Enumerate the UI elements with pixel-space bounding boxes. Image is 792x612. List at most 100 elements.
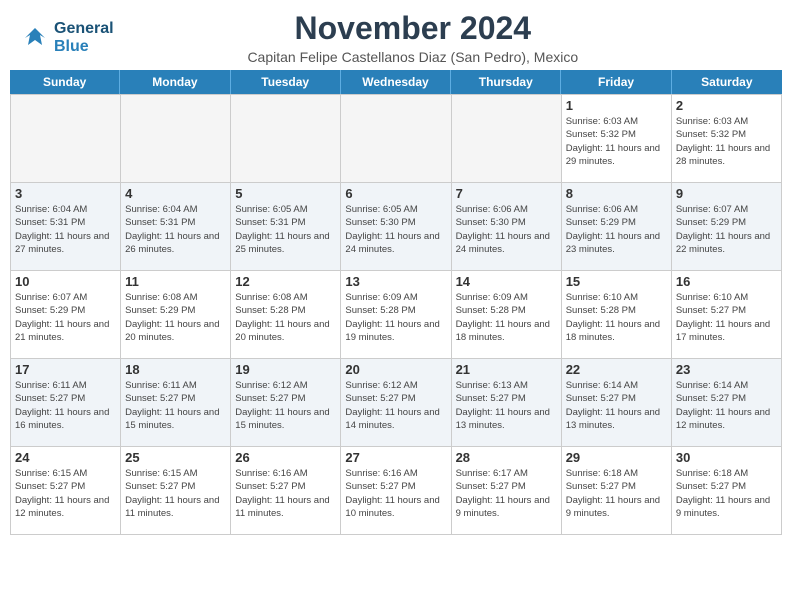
day-number: 27 [345,450,446,465]
day-info: Sunrise: 6:15 AM Sunset: 5:27 PM Dayligh… [15,467,116,520]
calendar-cell: 8 Sunrise: 6:06 AM Sunset: 5:29 PM Daylig… [562,183,672,271]
day-number: 25 [125,450,226,465]
calendar-row: 10Sunrise: 6:07 AM Sunset: 5:29 PM Dayli… [11,271,782,359]
calendar-cell: 5Sunrise: 6:05 AM Sunset: 5:31 PM Daylig… [231,183,341,271]
day-number: 14 [456,274,557,289]
calendar-cell: 15Sunrise: 6:10 AM Sunset: 5:28 PM Dayli… [562,271,672,359]
day-number: 16 [676,274,777,289]
day-number: 24 [15,450,116,465]
subtitle: Capitan Felipe Castellanos Diaz (San Ped… [114,49,712,65]
day-info: Sunrise: 6:18 AM Sunset: 5:27 PM Dayligh… [676,467,777,520]
calendar-cell: 17 Sunrise: 6:11 AM Sunset: 5:27 PM Dayli… [11,359,121,447]
calendar-cell [231,95,341,183]
day-number: 1 [566,98,667,113]
calendar-cell: 28Sunrise: 6:17 AM Sunset: 5:27 PM Dayli… [452,447,562,535]
header: General Blue November 2024 Capitan Felip… [0,0,792,70]
day-number: 17 [15,362,116,377]
calendar-cell: 13Sunrise: 6:09 AM Sunset: 5:28 PM Dayli… [341,271,451,359]
day-info: Sunrise: 6:14 AM Sunset: 5:27 PM Dayligh… [676,379,777,432]
calendar-header-cell: Sunday [10,70,120,94]
calendar-cell: 12 Sunrise: 6:08 AM Sunset: 5:28 PM Dayli… [231,271,341,359]
calendar-cell: 6 Sunrise: 6:05 AM Sunset: 5:30 PM Daylig… [341,183,451,271]
calendar-row: 3 Sunrise: 6:04 AM Sunset: 5:31 PM Daylig… [11,183,782,271]
day-number: 29 [566,450,667,465]
day-number: 30 [676,450,777,465]
day-number: 4 [125,186,226,201]
calendar-row: 17 Sunrise: 6:11 AM Sunset: 5:27 PM Dayli… [11,359,782,447]
calendar: SundayMondayTuesdayWednesdayThursdayFrid… [10,70,782,535]
day-number: 28 [456,450,557,465]
calendar-body: 1 Sunrise: 6:03 AM Sunset: 5:32 PM Daylig… [10,94,782,535]
calendar-header: SundayMondayTuesdayWednesdayThursdayFrid… [10,70,782,94]
day-info: Sunrise: 6:05 AM Sunset: 5:30 PM Dayligh… [345,203,446,256]
page-container: General Blue November 2024 Capitan Felip… [0,0,792,535]
calendar-header-cell: Tuesday [231,70,341,94]
calendar-header-cell: Saturday [672,70,782,94]
day-number: 18 [125,362,226,377]
day-info: Sunrise: 6:08 AM Sunset: 5:28 PM Dayligh… [235,291,336,344]
day-info: Sunrise: 6:12 AM Sunset: 5:27 PM Dayligh… [235,379,336,432]
day-info: Sunrise: 6:06 AM Sunset: 5:30 PM Dayligh… [456,203,557,256]
calendar-cell: 3 Sunrise: 6:04 AM Sunset: 5:31 PM Daylig… [11,183,121,271]
calendar-cell: 24 Sunrise: 6:15 AM Sunset: 5:27 PM Dayli… [11,447,121,535]
calendar-cell: 10Sunrise: 6:07 AM Sunset: 5:29 PM Dayli… [11,271,121,359]
calendar-cell: 30 Sunrise: 6:18 AM Sunset: 5:27 PM Dayli… [672,447,782,535]
calendar-cell: 19 Sunrise: 6:12 AM Sunset: 5:27 PM Dayli… [231,359,341,447]
day-info: Sunrise: 6:14 AM Sunset: 5:27 PM Dayligh… [566,379,667,432]
calendar-cell: 27 Sunrise: 6:16 AM Sunset: 5:27 PM Dayli… [341,447,451,535]
day-number: 11 [125,274,226,289]
calendar-cell: 7 Sunrise: 6:06 AM Sunset: 5:30 PM Daylig… [452,183,562,271]
day-info: Sunrise: 6:15 AM Sunset: 5:27 PM Dayligh… [125,467,226,520]
logo: General Blue [20,20,114,56]
calendar-cell: 1 Sunrise: 6:03 AM Sunset: 5:32 PM Daylig… [562,95,672,183]
calendar-cell [121,95,231,183]
day-info: Sunrise: 6:07 AM Sunset: 5:29 PM Dayligh… [676,203,777,256]
calendar-header-cell: Wednesday [341,70,451,94]
calendar-cell: 26Sunrise: 6:16 AM Sunset: 5:27 PM Dayli… [231,447,341,535]
day-number: 19 [235,362,336,377]
calendar-cell: 2Sunrise: 6:03 AM Sunset: 5:32 PM Daylig… [672,95,782,183]
calendar-cell: 11 Sunrise: 6:08 AM Sunset: 5:29 PM Dayli… [121,271,231,359]
day-info: Sunrise: 6:11 AM Sunset: 5:27 PM Dayligh… [125,379,226,432]
calendar-row: 1 Sunrise: 6:03 AM Sunset: 5:32 PM Daylig… [11,95,782,183]
day-info: Sunrise: 6:10 AM Sunset: 5:27 PM Dayligh… [676,291,777,344]
day-number: 9 [676,186,777,201]
day-number: 21 [456,362,557,377]
day-info: Sunrise: 6:06 AM Sunset: 5:29 PM Dayligh… [566,203,667,256]
calendar-cell: 4Sunrise: 6:04 AM Sunset: 5:31 PM Daylig… [121,183,231,271]
day-info: Sunrise: 6:04 AM Sunset: 5:31 PM Dayligh… [15,203,116,256]
day-number: 7 [456,186,557,201]
calendar-header-cell: Friday [561,70,671,94]
day-number: 10 [15,274,116,289]
calendar-cell: 20Sunrise: 6:12 AM Sunset: 5:27 PM Dayli… [341,359,451,447]
day-info: Sunrise: 6:05 AM Sunset: 5:31 PM Dayligh… [235,203,336,256]
calendar-cell: 29Sunrise: 6:18 AM Sunset: 5:27 PM Dayli… [562,447,672,535]
day-number: 26 [235,450,336,465]
calendar-cell [341,95,451,183]
day-number: 2 [676,98,777,113]
day-info: Sunrise: 6:08 AM Sunset: 5:29 PM Dayligh… [125,291,226,344]
day-number: 12 [235,274,336,289]
logo-icon [20,23,50,53]
day-number: 6 [345,186,446,201]
day-number: 22 [566,362,667,377]
calendar-cell: 21Sunrise: 6:13 AM Sunset: 5:27 PM Dayli… [452,359,562,447]
logo-text: General Blue [54,20,114,56]
calendar-cell: 14 Sunrise: 6:09 AM Sunset: 5:28 PM Dayli… [452,271,562,359]
day-number: 15 [566,274,667,289]
calendar-cell [11,95,121,183]
calendar-cell: 9 Sunrise: 6:07 AM Sunset: 5:29 PM Daylig… [672,183,782,271]
day-info: Sunrise: 6:03 AM Sunset: 5:32 PM Dayligh… [566,115,667,168]
calendar-cell: 25 Sunrise: 6:15 AM Sunset: 5:27 PM Dayli… [121,447,231,535]
calendar-cell: 22 Sunrise: 6:14 AM Sunset: 5:27 PM Dayli… [562,359,672,447]
day-number: 8 [566,186,667,201]
day-info: Sunrise: 6:16 AM Sunset: 5:27 PM Dayligh… [345,467,446,520]
calendar-cell [452,95,562,183]
day-info: Sunrise: 6:09 AM Sunset: 5:28 PM Dayligh… [456,291,557,344]
calendar-cell: 16 Sunrise: 6:10 AM Sunset: 5:27 PM Dayli… [672,271,782,359]
calendar-cell: 18 Sunrise: 6:11 AM Sunset: 5:27 PM Dayli… [121,359,231,447]
month-title: November 2024 [114,10,712,47]
day-info: Sunrise: 6:11 AM Sunset: 5:27 PM Dayligh… [15,379,116,432]
title-section: November 2024 Capitan Felipe Castellanos… [114,10,772,65]
day-number: 3 [15,186,116,201]
